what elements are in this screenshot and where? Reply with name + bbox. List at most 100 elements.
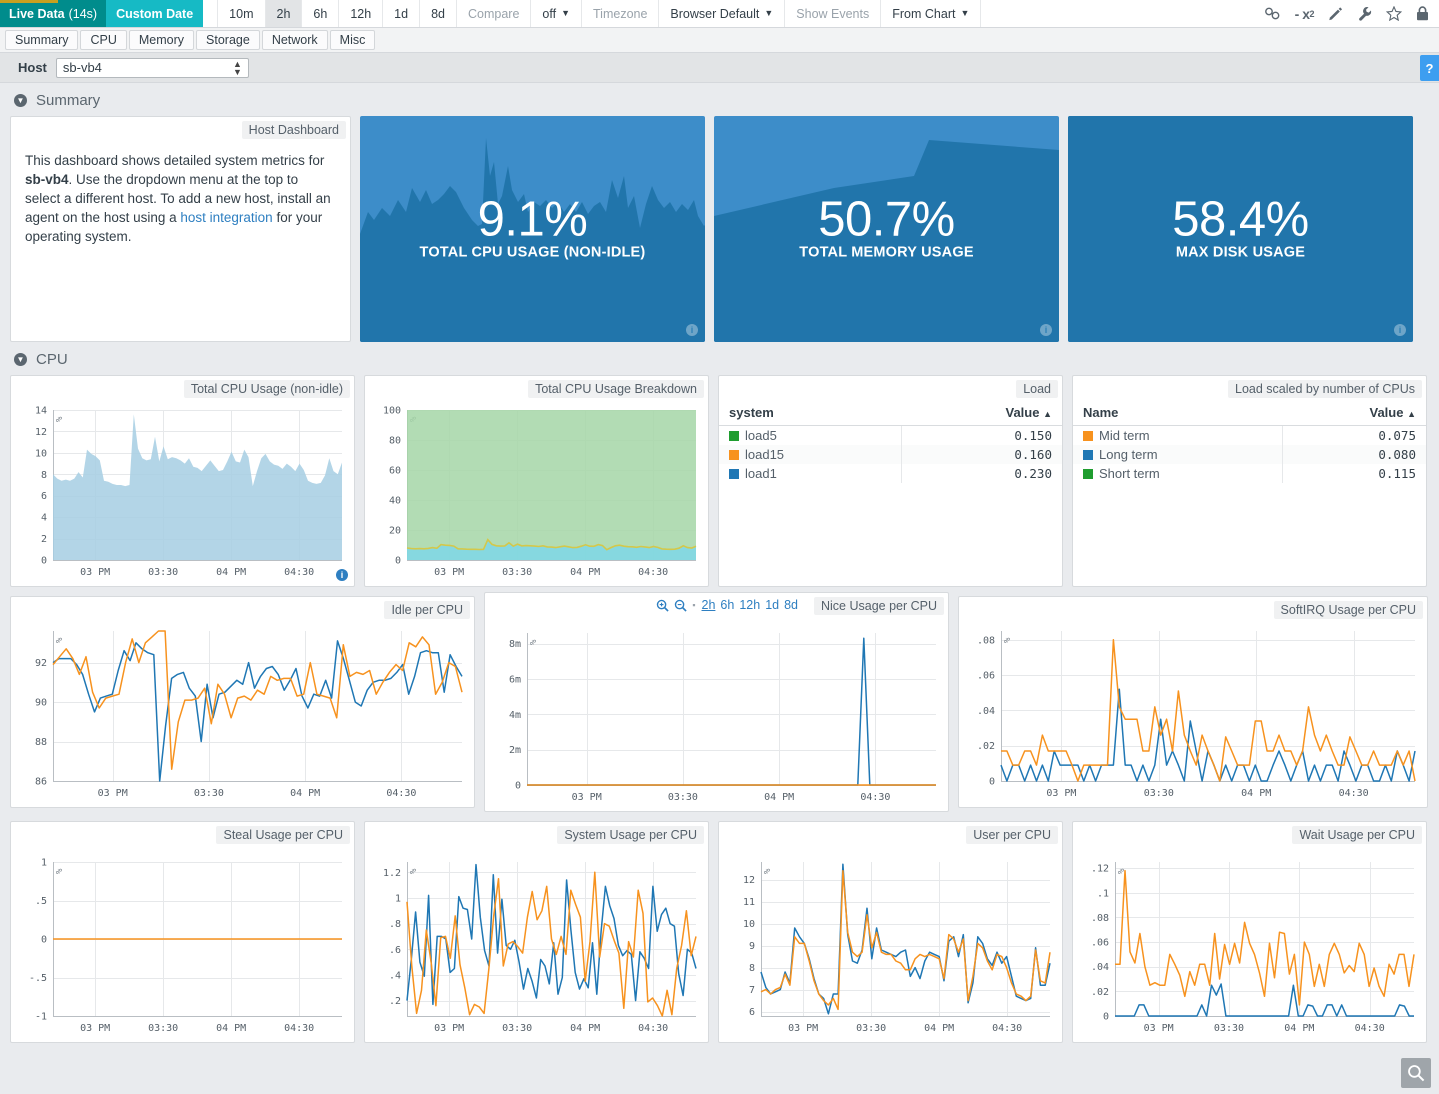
tab-summary[interactable]: Summary xyxy=(5,30,79,50)
table-row[interactable]: Long term 0.080 xyxy=(1073,445,1426,464)
metric-tile-0[interactable]: 9.1% TOTAL CPU USAGE (NON-IDLE) i xyxy=(360,116,705,342)
info-icon[interactable]: i xyxy=(1040,324,1052,336)
host-select-value: sb-vb4 xyxy=(62,60,102,75)
nav-tabs: Summary CPU Memory Storage Network Misc xyxy=(0,28,1439,53)
svg-text:%: % xyxy=(763,868,773,874)
column-header-value[interactable]: Value ▲ xyxy=(901,402,1062,426)
chart-panel-softirq-per-cpu[interactable]: 0 .02 .04 .06 .08% 03 PM 03:30 04 PM 04:30 SoftIR… xyxy=(958,596,1428,808)
svg-text:12: 12 xyxy=(743,875,755,886)
table-row[interactable]: load1 0.230 xyxy=(719,464,1062,483)
panel-title: Idle per CPU xyxy=(384,601,470,619)
table-header-row: Name Value ▲ xyxy=(1073,402,1426,426)
nice-range-6h[interactable]: 6h xyxy=(720,598,734,612)
column-header-name[interactable]: system xyxy=(719,402,902,426)
custom-date-label: Custom Date xyxy=(116,6,194,21)
svg-text:.06: .06 xyxy=(977,671,995,682)
load-scaled-table-panel: Load scaled by number of CPUs Name Value … xyxy=(1072,375,1427,587)
show-events-label: Show Events xyxy=(796,6,870,21)
hd-host-name: sb-vb4 xyxy=(25,172,69,187)
table-row[interactable]: load5 0.150 xyxy=(719,425,1062,445)
tab-memory[interactable]: Memory xyxy=(128,30,195,50)
from-chart-dropdown[interactable]: From Chart ▼ xyxy=(881,0,982,27)
range-button-1d[interactable]: 1d xyxy=(383,0,421,27)
chart-panel-system-per-cpu[interactable]: .2 .4 .6 .8 1 1.2% 03 PM 03:30 04 PM 04:30 System … xyxy=(364,821,709,1043)
color-swatch-icon xyxy=(729,431,739,441)
color-swatch-icon xyxy=(1083,469,1093,479)
zoom-out-icon[interactable] xyxy=(674,599,687,612)
svg-text:0: 0 xyxy=(989,777,995,788)
info-icon[interactable]: i xyxy=(336,569,348,581)
collapse-icon[interactable]: ▼ xyxy=(14,353,27,366)
chart-panel-user-per-cpu[interactable]: 6 7 8 9 10 11 12% 03 PM 03:30 04 PM 04:30 User per … xyxy=(718,821,1063,1043)
tab-network[interactable]: Network xyxy=(261,30,328,50)
svg-text:04 PM: 04 PM xyxy=(570,1023,600,1034)
panel-title: Total CPU Usage (non-idle) xyxy=(183,380,350,398)
info-icon[interactable]: i xyxy=(686,324,698,336)
timezone-value-dropdown[interactable]: Browser Default ▼ xyxy=(659,0,786,27)
sort-asc-icon: ▲ xyxy=(1407,409,1416,419)
search-icon[interactable] xyxy=(1401,1058,1431,1088)
svg-text:.02: .02 xyxy=(1091,987,1109,998)
chart-panel-nice-per-cpu[interactable]: ▪ 2h 6h 12h 1d 8d 0 2m 4m 6m 8m% 03 PM 03:30 04 PM 0… xyxy=(484,592,949,812)
info-icon[interactable]: i xyxy=(1394,324,1406,336)
help-button[interactable]: ? xyxy=(1420,55,1439,81)
table-row[interactable]: Mid term 0.075 xyxy=(1073,425,1426,445)
tab-cpu[interactable]: CPU xyxy=(80,30,127,50)
custom-date-button[interactable]: Custom Date xyxy=(106,0,204,27)
nice-range-2h[interactable]: 2h xyxy=(702,598,716,612)
chart-panel-total-cpu-usage[interactable]: 0 2 4 6 8 10 12 14% 03 PM 03:30 04 PM 04:30 Total CP… xyxy=(10,375,355,587)
table-row[interactable]: Short term 0.115 xyxy=(1073,464,1426,483)
live-data-interval: (14s) xyxy=(68,6,98,21)
pencil-icon[interactable] xyxy=(1328,6,1343,21)
tab-storage[interactable]: Storage xyxy=(196,30,260,50)
table-row[interactable]: load15 0.160 xyxy=(719,445,1062,464)
range-button-6h[interactable]: 6h xyxy=(302,0,340,27)
host-select[interactable]: sb-vb4 ▲ ▼ xyxy=(55,57,249,78)
range-button-8d[interactable]: 8d xyxy=(420,0,457,27)
nice-range-1d[interactable]: 1d xyxy=(765,598,779,612)
zoom-in-icon[interactable] xyxy=(656,599,669,612)
chevron-down-icon: ▼ xyxy=(561,8,570,18)
chart-panel-steal-per-cpu[interactable]: -1 -.5 0 .5 1% 03 PM 03:30 04 PM 04:30 Steal Usag… xyxy=(10,821,355,1043)
live-data-button[interactable]: Live Data (14s) xyxy=(0,0,107,27)
timezone-label: Timezone xyxy=(582,0,660,27)
range-button-2h[interactable]: 2h xyxy=(265,0,303,27)
formula-icon[interactable]: - x2 xyxy=(1295,6,1315,22)
star-icon[interactable] xyxy=(1386,6,1402,21)
column-header-name[interactable]: Name xyxy=(1073,402,1283,426)
lock-icon[interactable] xyxy=(1416,6,1429,21)
tile-value: 9.1% xyxy=(477,192,588,247)
tile-values: 9.1% TOTAL CPU USAGE (NON-IDLE) xyxy=(360,195,705,261)
cpu-row-3: -1 -.5 0 .5 1% 03 PM 03:30 04 PM 04:30 Steal Usag… xyxy=(0,821,1439,1043)
metric-tile-2[interactable]: 58.4% MAX DISK USAGE i xyxy=(1068,116,1413,342)
column-header-value[interactable]: Value ▲ xyxy=(1282,402,1426,426)
collapse-icon[interactable]: ▼ xyxy=(14,94,27,107)
chart-panel-total-cpu-breakdown[interactable]: 020406080100%03 PM03:3004 PM04:30Total C… xyxy=(364,375,709,587)
svg-text:04:30: 04:30 xyxy=(386,788,416,799)
nice-range-8d[interactable]: 8d xyxy=(784,598,798,612)
column-header-value-label: Value xyxy=(1369,405,1404,420)
metric-tile-1[interactable]: 50.7% TOTAL MEMORY USAGE i xyxy=(714,116,1059,342)
svg-text:20: 20 xyxy=(389,526,401,537)
load-table: system Value ▲ load5 0.150 load15 0.160 load1 0… xyxy=(719,402,1062,483)
svg-text:%: % xyxy=(55,868,65,874)
panel-title: Load scaled by number of CPUs xyxy=(1228,380,1422,398)
range-button-10m[interactable]: 10m xyxy=(217,0,266,27)
svg-text:.1: .1 xyxy=(1097,888,1109,899)
chart-panel-wait-per-cpu[interactable]: 0.02.04.06.08.1.12% 03 PM 03:30 04 PM 04:30 W… xyxy=(1072,821,1427,1043)
svg-text:03:30: 03:30 xyxy=(1144,788,1174,799)
tab-misc[interactable]: Misc xyxy=(329,30,376,50)
link-icon[interactable] xyxy=(1264,7,1281,20)
chart-panel-idle-per-cpu[interactable]: 86 88 90 92% 03 PM 03:30 04 PM 04:30 Idle per CP… xyxy=(10,596,475,808)
chart-svg: .2 .4 .6 .8 1 1.2 % 03 PM 03:30 04 PM 04:30 xyxy=(383,862,697,1034)
show-events-button[interactable]: Show Events xyxy=(785,0,882,27)
svg-text:04 PM: 04 PM xyxy=(1284,1023,1314,1034)
wrench-icon[interactable] xyxy=(1357,6,1372,21)
nice-range-12h[interactable]: 12h xyxy=(739,598,760,612)
row-value-cell: 0.230 xyxy=(900,464,1062,483)
svg-text:1: 1 xyxy=(395,893,401,904)
compare-value-dropdown[interactable]: off ▼ xyxy=(531,0,582,27)
range-button-12h[interactable]: 12h xyxy=(339,0,384,27)
svg-text:03 PM: 03 PM xyxy=(80,567,110,578)
host-integration-link[interactable]: host integration xyxy=(180,210,272,225)
